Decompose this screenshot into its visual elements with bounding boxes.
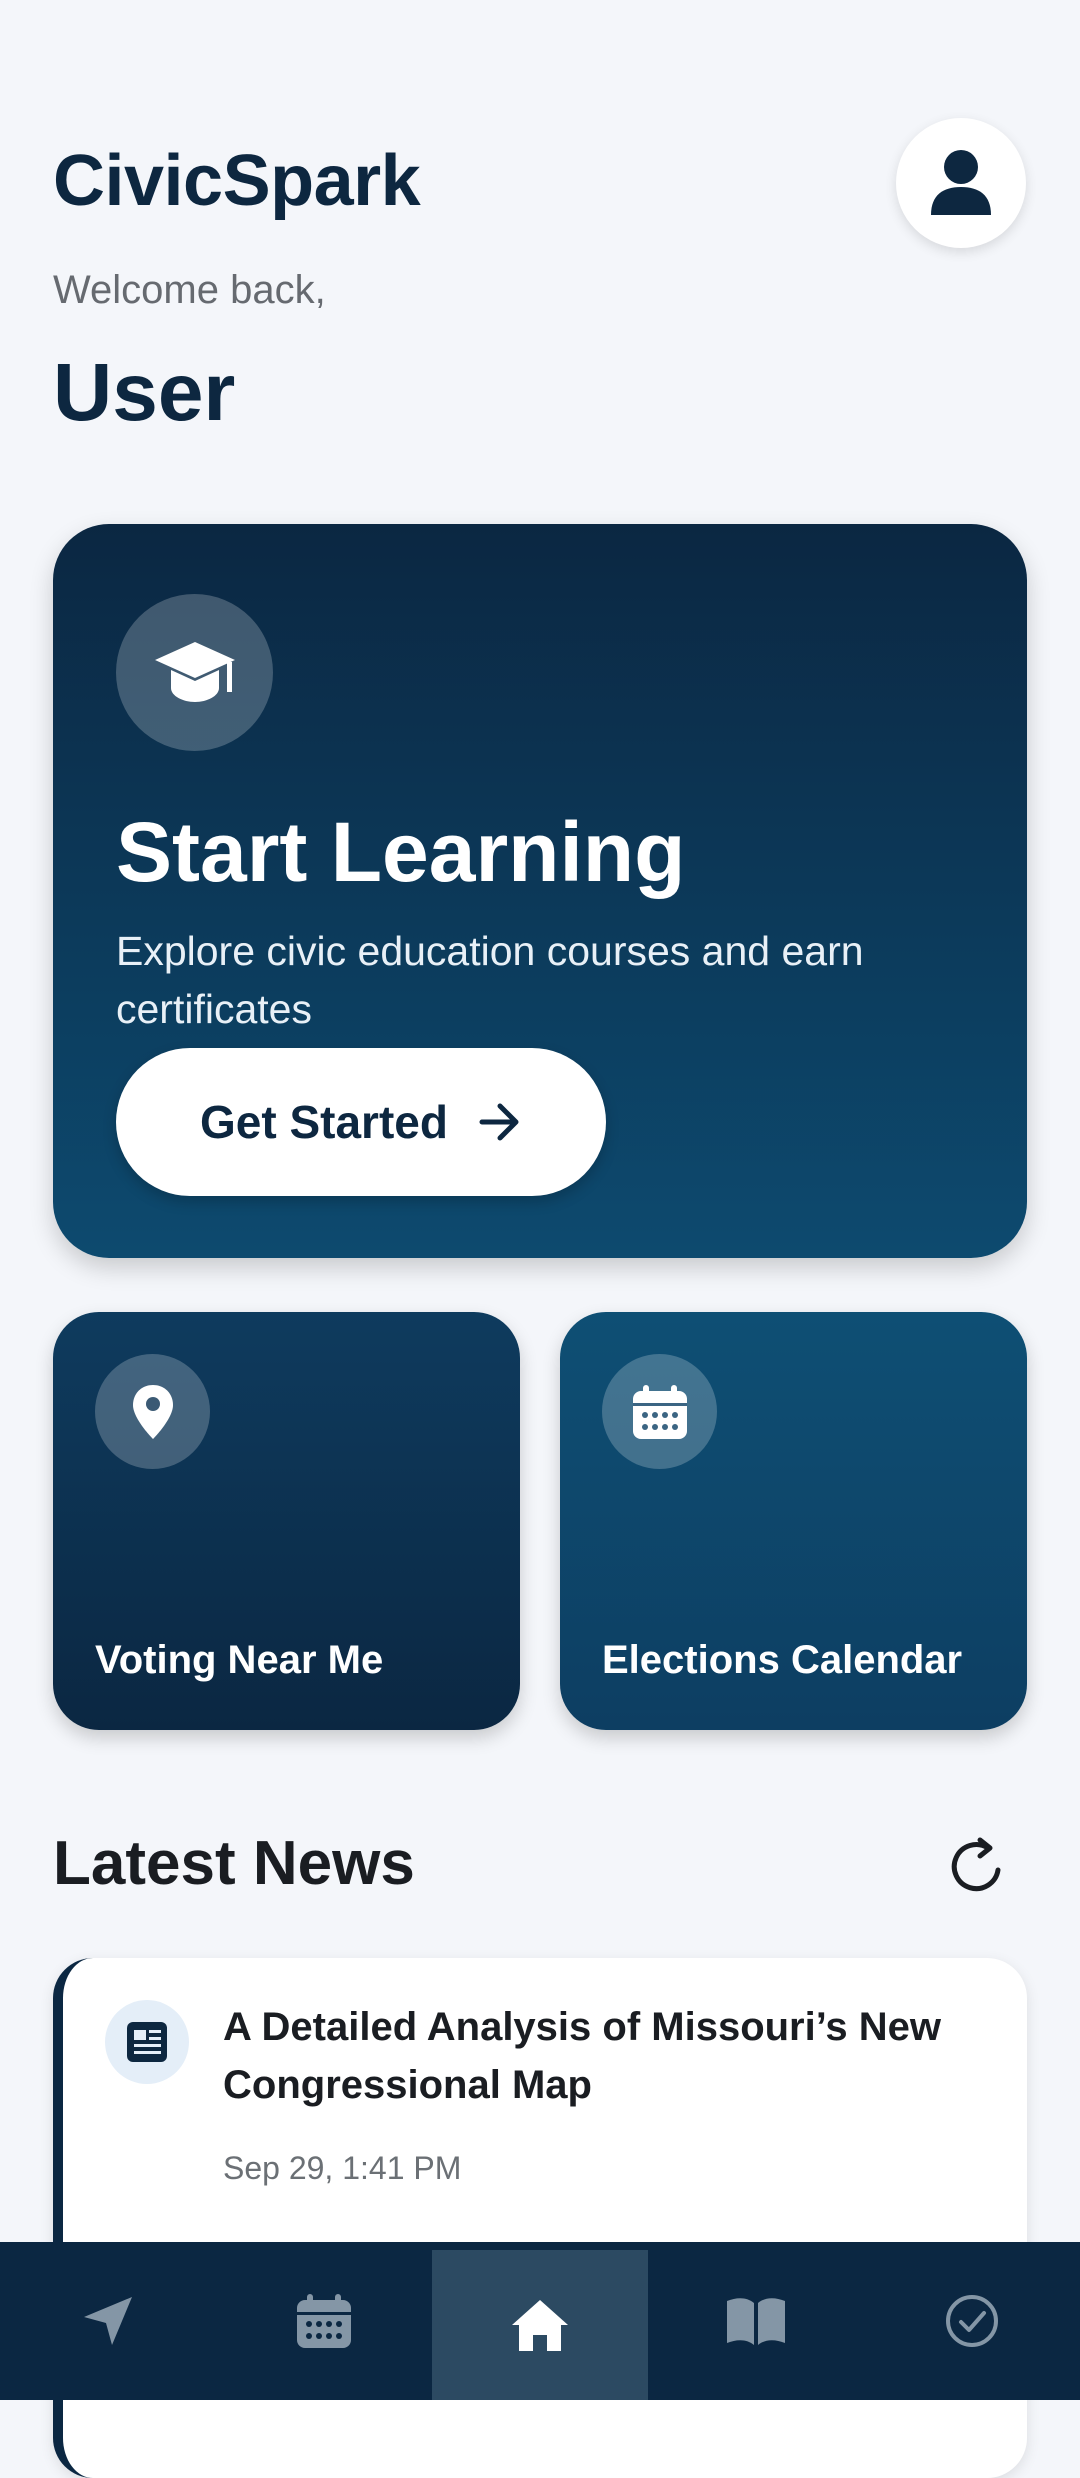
map-pin-icon: [95, 1354, 210, 1469]
voting-near-me-tile[interactable]: Voting Near Me: [53, 1312, 520, 1730]
tile-label: Elections Calendar: [602, 1638, 963, 1682]
elections-calendar-tile[interactable]: Elections Calendar: [560, 1312, 1027, 1730]
refresh-icon: [951, 1837, 1001, 1892]
news-date: Sep 29, 1:41 PM: [223, 2150, 462, 2186]
refresh-button[interactable]: [940, 1830, 1012, 1902]
tile-label: Voting Near Me: [95, 1638, 384, 1682]
nav-item-learn[interactable]: [648, 2242, 864, 2400]
check-circle-icon: [946, 2295, 998, 2347]
get-started-label: Get Started: [200, 1096, 448, 1148]
calendar-icon: [602, 1354, 717, 1469]
app-title: CivicSpark: [53, 141, 421, 221]
nav-item-home[interactable]: [432, 2250, 648, 2400]
start-learning-card[interactable]: Start Learning Explore civic education c…: [53, 524, 1027, 1258]
hero-title: Start Learning: [116, 805, 686, 899]
home-icon: [512, 2300, 568, 2351]
nav-item-calendar[interactable]: [216, 2242, 432, 2400]
news-card[interactable]: A Detailed Analysis of Missouri’s New Co…: [53, 1958, 1027, 2478]
user-name: User: [53, 347, 236, 438]
latest-news-title: Latest News: [53, 1829, 415, 1898]
book-icon: [727, 2298, 785, 2345]
get-started-button[interactable]: Get Started: [116, 1048, 606, 1196]
news-title: A Detailed Analysis of Missouri’s New Co…: [223, 2005, 941, 2107]
nav-item-directions[interactable]: [0, 2242, 216, 2400]
profile-button[interactable]: [896, 118, 1026, 248]
graduation-cap-icon: [116, 594, 273, 751]
welcome-text: Welcome back,: [53, 268, 326, 312]
user-icon: [931, 150, 991, 215]
hero-description: Explore civic education courses and earn…: [116, 928, 864, 1032]
newspaper-icon: [105, 2000, 189, 2084]
nav-item-checklist[interactable]: [864, 2242, 1080, 2400]
navigation-arrow-icon: [84, 2297, 132, 2345]
arrow-right-icon: [479, 1103, 519, 1141]
calendar-icon: [297, 2294, 351, 2348]
bottom-nav: [0, 2242, 1080, 2400]
